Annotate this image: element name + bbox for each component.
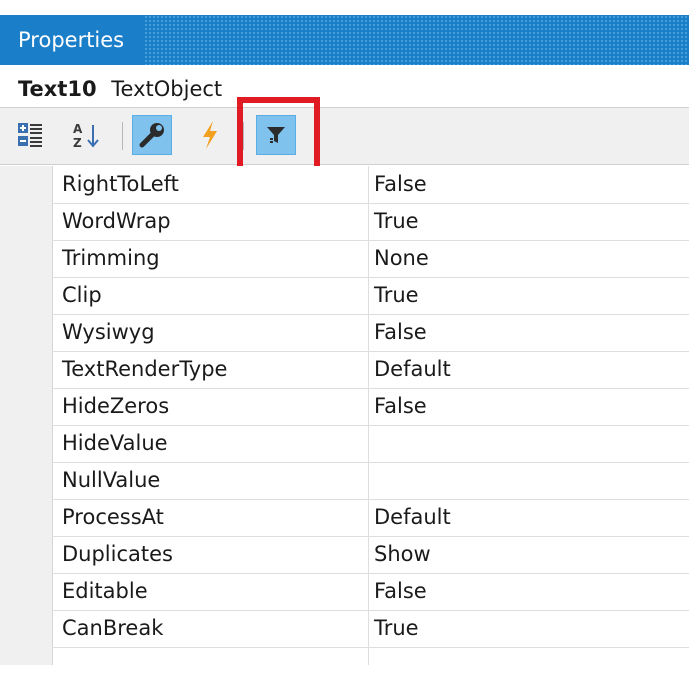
- property-value[interactable]: True: [374, 203, 419, 240]
- property-value[interactable]: Default: [374, 499, 451, 536]
- wrench-icon: [139, 123, 164, 148]
- events-view-button[interactable]: [190, 115, 230, 155]
- object-type: TextObject: [111, 77, 223, 101]
- property-row[interactable]: Trimming None: [52, 240, 689, 278]
- property-value[interactable]: False: [374, 166, 427, 203]
- property-name: Clip: [62, 283, 102, 307]
- sort-alphabetical-button[interactable]: A Z: [66, 115, 106, 155]
- property-row[interactable]: ProcessAt Default: [52, 499, 689, 537]
- property-row[interactable]: WordWrap True: [52, 203, 689, 241]
- object-selector[interactable]: Text10 TextObject: [0, 65, 689, 108]
- property-row[interactable]: RightToLeft False: [52, 166, 689, 204]
- property-value[interactable]: True: [374, 610, 419, 647]
- property-value[interactable]: Show: [374, 536, 431, 573]
- property-row[interactable]: HideValue: [52, 425, 689, 463]
- property-grid: RightToLeft False WordWrap True Trimming…: [0, 166, 689, 665]
- property-value[interactable]: False: [374, 388, 427, 425]
- property-name: Wysiwyg: [62, 320, 155, 344]
- properties-toolbar: A Z: [0, 108, 689, 165]
- property-row[interactable]: CanBreak True: [52, 610, 689, 648]
- property-name: NullValue: [62, 468, 161, 492]
- property-value[interactable]: False: [374, 573, 427, 610]
- property-name: HideValue: [62, 431, 168, 455]
- lightning-icon: [203, 121, 217, 149]
- property-name: WordWrap: [62, 209, 171, 233]
- property-value[interactable]: Default: [374, 351, 451, 388]
- property-value[interactable]: None: [374, 240, 429, 277]
- property-value[interactable]: True: [374, 277, 419, 314]
- categorized-icon: [18, 123, 42, 147]
- property-name: TextRenderType: [62, 357, 228, 381]
- panel-title: Properties: [0, 15, 145, 65]
- object-name: Text10: [18, 77, 97, 101]
- grid-gutter: [0, 166, 53, 665]
- property-name: Trimming: [62, 246, 160, 270]
- property-name: Editable: [62, 579, 148, 603]
- property-row[interactable]: Editable False: [52, 573, 689, 611]
- toolbar-separator: [122, 122, 123, 150]
- property-name: Duplicates: [62, 542, 173, 566]
- property-row[interactable]: NullValue: [52, 462, 689, 500]
- property-name: HideZeros: [62, 394, 170, 418]
- property-name: ProcessAt: [62, 505, 164, 529]
- sort-alphabetical-icon: A Z: [73, 122, 99, 149]
- property-row[interactable]: Duplicates Show: [52, 536, 689, 574]
- properties-view-button[interactable]: [132, 115, 172, 155]
- property-row-partial[interactable]: [52, 647, 689, 684]
- svg-text:A: A: [73, 122, 83, 136]
- top-strip: [0, 0, 689, 15]
- property-row[interactable]: Clip True: [52, 277, 689, 315]
- property-name: RightToLeft: [62, 172, 179, 196]
- properties-title-bar[interactable]: Properties: [0, 15, 689, 65]
- property-value[interactable]: False: [374, 314, 427, 351]
- svg-text:Z: Z: [73, 136, 82, 149]
- property-name: CanBreak: [62, 616, 164, 640]
- property-row[interactable]: Wysiwyg False: [52, 314, 689, 352]
- categorized-button[interactable]: [10, 115, 50, 155]
- property-row[interactable]: TextRenderType Default: [52, 351, 689, 389]
- property-row[interactable]: HideZeros False: [52, 388, 689, 426]
